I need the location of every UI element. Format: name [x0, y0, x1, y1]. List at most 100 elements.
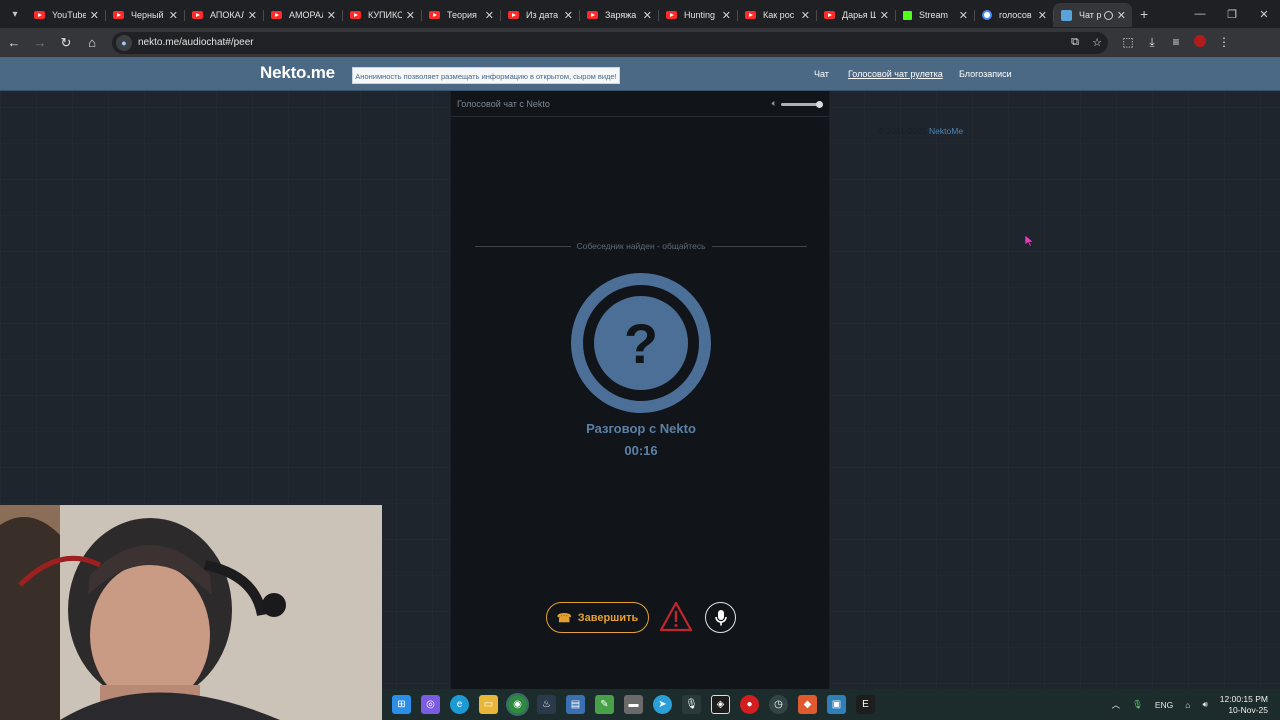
file-explorer-icon[interactable]: ▭ — [479, 695, 498, 714]
copilot-icon[interactable]: ◎ — [421, 695, 440, 714]
close-tab-icon[interactable]: ✕ — [959, 9, 968, 22]
recorder-icon[interactable]: ● — [740, 695, 759, 714]
microphone-button[interactable] — [705, 602, 736, 633]
site-logo[interactable]: Nekto.me — [260, 63, 335, 83]
new-tab-icon[interactable]: + — [1140, 6, 1148, 22]
tab-title: Заряжа — [605, 10, 637, 20]
nav-chat-link[interactable]: Чат — [814, 69, 829, 79]
profile-avatar[interactable] — [1194, 35, 1206, 47]
close-tab-icon[interactable]: ✕ — [564, 9, 573, 22]
copyright-years: © 2011-2025 — [878, 126, 927, 136]
mouse-cursor-icon — [1025, 235, 1034, 247]
edge-icon[interactable]: e — [450, 695, 469, 714]
browser-tab[interactable]: Как рос ✕ — [737, 3, 816, 27]
browser-tab[interactable]: Из дата ✕ — [500, 3, 579, 27]
microphone-app-icon[interactable]: 🎙︎ — [682, 695, 701, 714]
show-hidden-icons[interactable]: ︿ — [1112, 699, 1121, 711]
close-tab-icon[interactable]: ✕ — [406, 9, 415, 22]
system-clock[interactable]: 12:00:15 PM 10-Nov-25 — [1220, 694, 1268, 716]
youtube-icon — [429, 11, 440, 19]
report-warning-icon[interactable] — [659, 601, 693, 633]
address-url[interactable]: nekto.me/audiochat#/peer — [138, 37, 254, 48]
nav-voice-roulette-link[interactable]: Голосовой чат рулетка — [848, 69, 943, 79]
close-tab-icon[interactable]: ✕ — [801, 9, 810, 22]
close-tab-icon[interactable]: ✕ — [248, 9, 257, 22]
close-tab-icon[interactable]: ✕ — [327, 9, 336, 22]
window-controls: — ❐ ✕ — [1184, 0, 1280, 28]
browser-tab[interactable]: Теория ✕ — [421, 3, 500, 27]
copyright-link[interactable]: NektoMe — [929, 126, 963, 136]
avatar-gap: ? — [583, 285, 699, 401]
browser-tab[interactable]: АПОКАЛ ✕ — [184, 3, 263, 27]
clock-app-icon[interactable]: ◷ — [769, 695, 788, 714]
address-bar[interactable]: ● nekto.me/audiochat#/peer ⧉ ☆ — [112, 31, 1108, 54]
close-tab-icon[interactable]: ✕ — [880, 9, 889, 22]
store-icon[interactable]: ▤ — [566, 695, 585, 714]
browser-tab[interactable]: Hunting ✕ — [658, 3, 737, 27]
media-controls-icon[interactable]: ≡ — [1164, 35, 1188, 50]
windows-start-icon[interactable]: ⊞ — [392, 695, 411, 714]
tab-title: голосов — [999, 10, 1032, 20]
close-tab-icon[interactable]: ✕ — [1038, 9, 1047, 22]
close-tab-icon[interactable]: ✕ — [722, 9, 731, 22]
forward-icon[interactable]: → — [28, 31, 52, 55]
windows-taskbar: ⊞ ◎ e ▭ ◉ ♨ ▤ ✎ ▬ ➤ 🎙︎ ◈ ● ◷ ◆ ▣ E ︿ 🎙︎ … — [382, 689, 1280, 720]
epic-games-icon[interactable]: E — [856, 695, 875, 714]
browser-tab[interactable]: КУПИКС ✕ — [342, 3, 421, 27]
browser-tab[interactable]: YouTube ✕ — [26, 3, 105, 27]
site-header: Nekto.me Анонимность позволяет размещать… — [0, 57, 1280, 91]
maximize-icon[interactable]: ❐ — [1216, 0, 1248, 28]
extensions-icon[interactable]: ⬚ — [1116, 35, 1140, 50]
end-call-button[interactable]: ☎ Завершить — [546, 602, 649, 633]
minimize-icon[interactable]: — — [1184, 0, 1216, 28]
browser-toolbar: ← → ↻ ⌂ ● nekto.me/audiochat#/peer ⧉ ☆ ⬚… — [0, 28, 1280, 57]
conversation-title: Разговор с Nekto — [586, 421, 696, 436]
downloads-icon[interactable]: ⤓ — [1140, 35, 1164, 50]
browser-tab[interactable]: АМОРАЛ ✕ — [263, 3, 342, 27]
menu-icon[interactable]: ⋮ — [1212, 35, 1236, 50]
volume-knob[interactable] — [816, 101, 823, 108]
browser-tab[interactable]: Заряжа ✕ — [579, 3, 658, 27]
close-window-icon[interactable]: ✕ — [1248, 0, 1280, 28]
bookmark-star-icon[interactable]: ☆ — [1086, 36, 1108, 49]
mic-in-use-icon[interactable]: 🎙︎ — [1132, 699, 1143, 710]
browser-tab[interactable]: голосов ✕ — [974, 3, 1053, 27]
clock-time: 12:00:15 PM — [1219, 693, 1268, 704]
notepad-icon[interactable]: ✎ — [595, 695, 614, 714]
speaker-icon[interactable]: 🔊︎ — [1202, 699, 1207, 710]
copyright: © 2011-2025 NektoMe — [878, 126, 963, 136]
epic-launcher-icon[interactable]: ◈ — [711, 695, 730, 714]
close-tab-icon[interactable]: ✕ — [485, 9, 494, 22]
browser-tab[interactable]: Stream ✕ — [895, 3, 974, 27]
close-tab-icon[interactable]: ✕ — [1117, 9, 1126, 22]
browser-tab[interactable]: Черный ✕ — [105, 3, 184, 27]
close-tab-icon[interactable]: ✕ — [643, 9, 652, 22]
browser-tab[interactable]: Чат р ✕ — [1053, 3, 1132, 27]
tab-title: Hunting — [684, 10, 716, 20]
volume-icon[interactable]: 🔈︎ — [772, 98, 777, 109]
tab-title: АПОКАЛ — [210, 10, 244, 20]
app-icon[interactable]: ▬ — [624, 695, 643, 714]
browser-tab[interactable]: Дарья Ш ✕ — [816, 3, 895, 27]
reload-icon[interactable]: ↻ — [54, 31, 78, 55]
back-icon[interactable]: ← — [2, 31, 26, 55]
volume-slider[interactable] — [781, 101, 823, 108]
nav-blog-link[interactable]: Блогозаписи — [959, 69, 1012, 79]
steam-icon[interactable]: ♨ — [537, 695, 556, 714]
microphone-indicator-icon[interactable]: ● — [116, 34, 132, 51]
telegram-icon[interactable]: ➤ — [653, 695, 672, 714]
tab-search-icon[interactable]: ▾ — [4, 3, 26, 25]
youtube-icon — [745, 11, 756, 19]
install-app-icon[interactable]: ⧉ — [1064, 36, 1086, 49]
chrome-icon[interactable]: ◉ — [506, 693, 529, 716]
close-tab-icon[interactable]: ✕ — [169, 9, 178, 22]
home-icon[interactable]: ⌂ — [80, 31, 104, 55]
game-app-icon[interactable]: ◆ — [798, 695, 817, 714]
monitor-app-icon[interactable]: ▣ — [827, 695, 846, 714]
language-indicator[interactable]: ENG — [1155, 700, 1173, 710]
question-mark-icon: ? — [594, 296, 688, 390]
tab-title: Как рос — [763, 10, 795, 20]
close-tab-icon[interactable]: ✕ — [90, 9, 99, 22]
network-icon[interactable]: ⌂ — [1185, 700, 1190, 710]
youtube-icon — [824, 11, 835, 19]
